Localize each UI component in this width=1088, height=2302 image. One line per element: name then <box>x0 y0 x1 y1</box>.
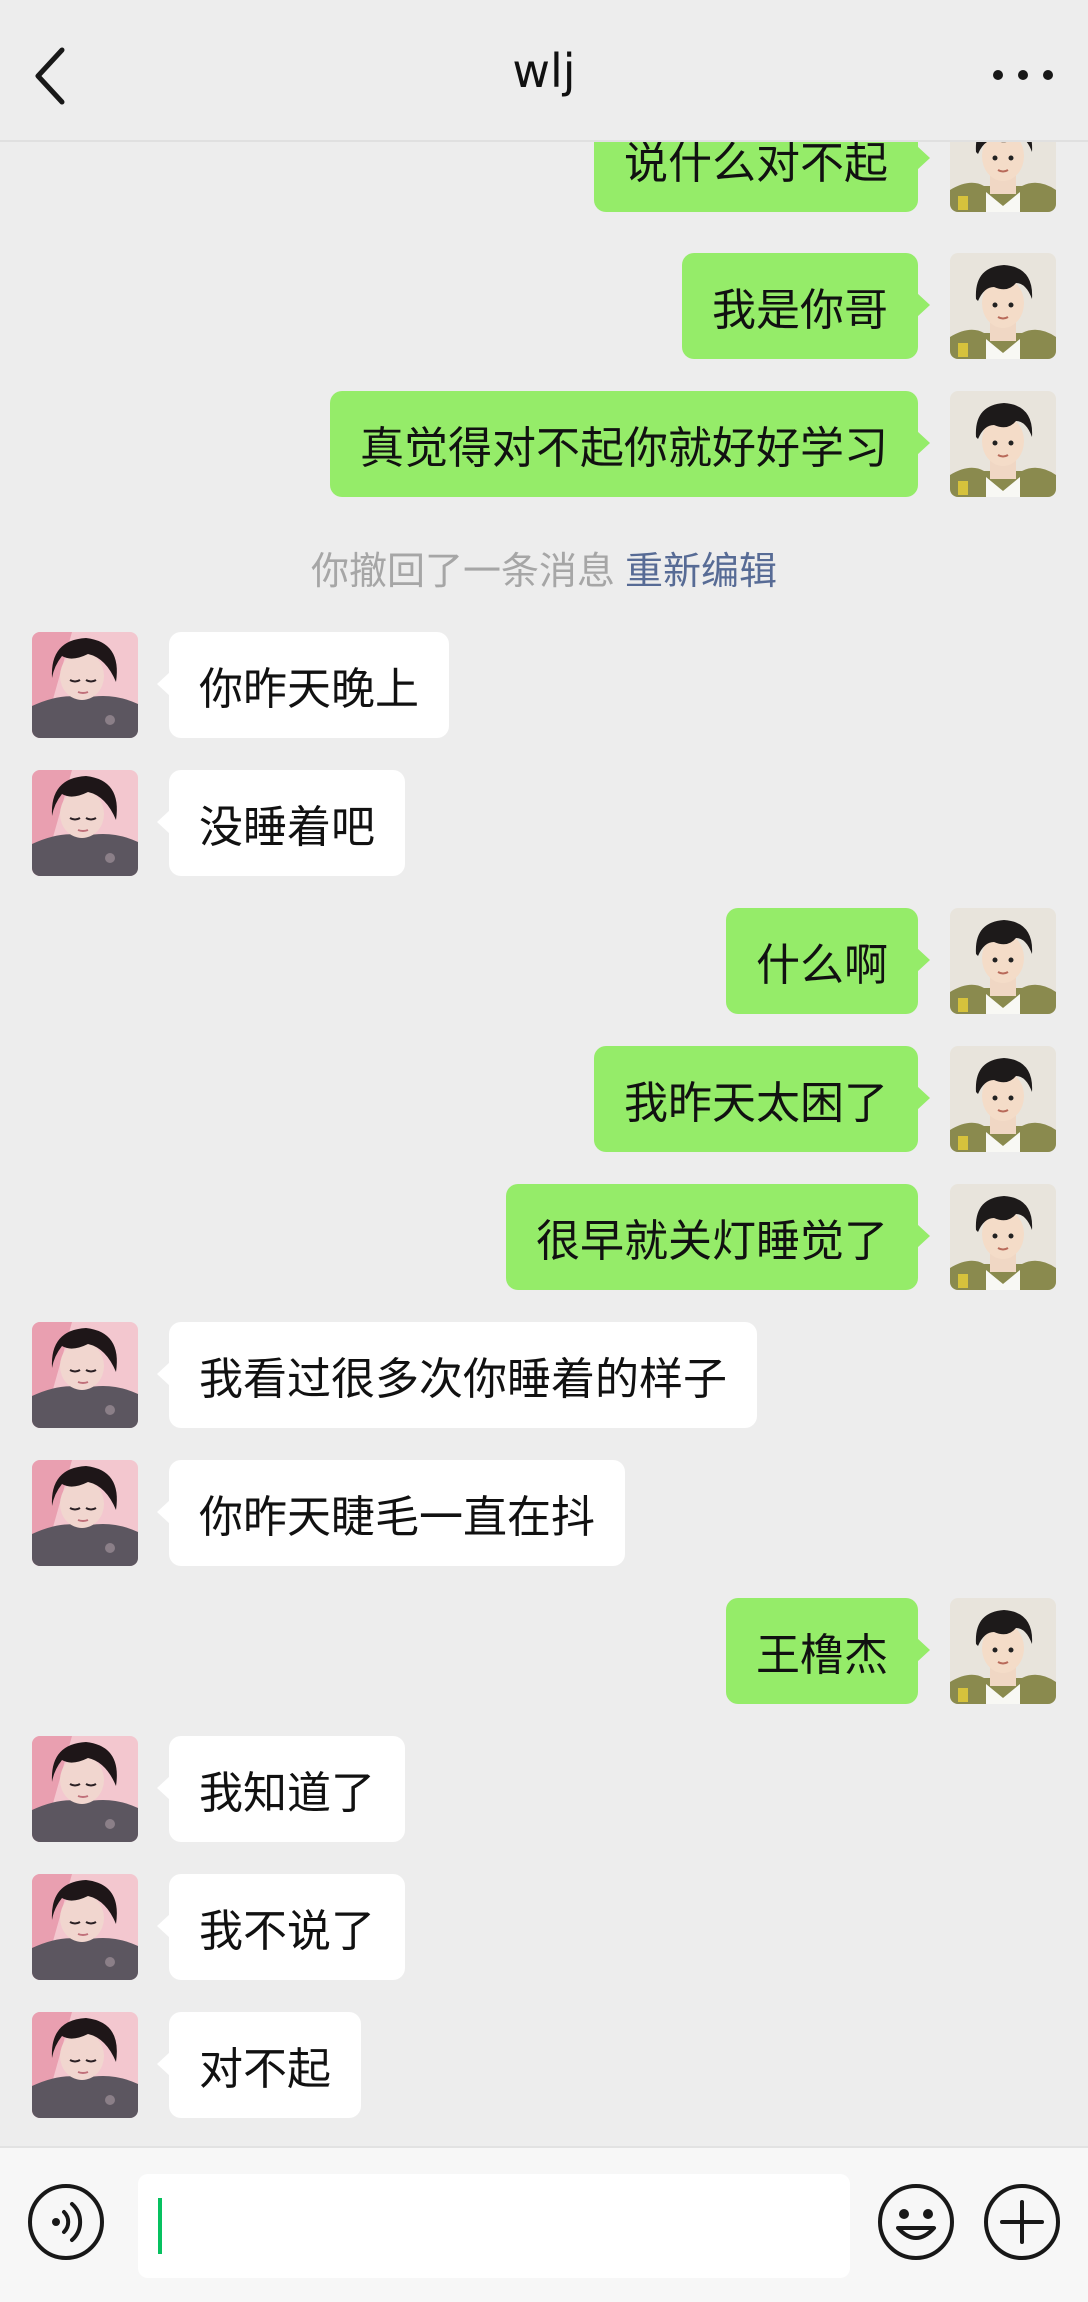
emoji-icon <box>878 2184 954 2260</box>
message-row: 没睡着吧 <box>0 770 1088 876</box>
message-row: 很早就关灯睡觉了 <box>0 1184 1088 1290</box>
chat-title: wlj <box>512 44 576 98</box>
contact-message-bubble[interactable]: 我知道了 <box>157 1736 405 1842</box>
recall-notice-text: 你撤回了一条消息 <box>310 549 615 593</box>
message-row: 王橹杰 <box>0 1598 1088 1704</box>
message-row: 对不起 <box>0 2012 1088 2118</box>
my-avatar[interactable] <box>950 253 1056 359</box>
more-button[interactable] <box>988 50 1058 100</box>
message-input[interactable] <box>138 2174 850 2278</box>
contact-avatar[interactable] <box>32 2012 138 2118</box>
message-row: 我昨天太困了 <box>0 1046 1088 1152</box>
contact-avatar[interactable] <box>32 770 138 876</box>
contact-message-bubble[interactable]: 你昨天睫毛一直在抖 <box>157 1460 625 1566</box>
my-avatar[interactable] <box>950 1046 1056 1152</box>
my-message-bubble[interactable]: 说什么对不起 <box>594 142 930 212</box>
input-bar <box>0 2146 1088 2302</box>
plus-icon <box>984 2184 1060 2260</box>
message-row: 我是你哥 <box>0 253 1088 359</box>
contact-message-bubble[interactable]: 你昨天晚上 <box>157 632 449 738</box>
my-message-bubble[interactable]: 我是你哥 <box>682 253 930 359</box>
contact-message-bubble[interactable]: 我看过很多次你睡着的样子 <box>157 1322 757 1428</box>
my-message-bubble[interactable]: 我昨天太困了 <box>594 1046 930 1152</box>
message-row: 真觉得对不起你就好好学习 <box>0 391 1088 497</box>
plus-button[interactable] <box>982 2182 1062 2262</box>
contact-message-bubble[interactable]: 没睡着吧 <box>157 770 405 876</box>
message-row: 什么啊 <box>0 908 1088 1014</box>
contact-avatar[interactable] <box>32 1736 138 1842</box>
text-caret <box>158 2198 162 2254</box>
contact-message-bubble[interactable]: 对不起 <box>157 2012 361 2118</box>
voice-icon <box>28 2184 104 2260</box>
message-row: 我不说了 <box>0 1874 1088 1980</box>
my-message-bubble[interactable]: 很早就关灯睡觉了 <box>506 1184 930 1290</box>
contact-avatar[interactable] <box>32 1460 138 1566</box>
message-row: 说什么对不起 <box>0 142 1088 212</box>
my-message-bubble[interactable]: 什么啊 <box>726 908 930 1014</box>
my-avatar[interactable] <box>950 391 1056 497</box>
more-dots-icon <box>993 70 1053 80</box>
my-avatar[interactable] <box>950 1184 1056 1290</box>
my-message-bubble[interactable]: 王橹杰 <box>726 1598 930 1704</box>
my-message-bubble[interactable]: 真觉得对不起你就好好学习 <box>330 391 930 497</box>
message-row: 我知道了 <box>0 1736 1088 1842</box>
chat-header: wlj <box>0 0 1088 142</box>
message-list[interactable]: 说什么对不起 我是你哥 真觉得对不起你就好好学习 你撤回了一条消息 重新编辑 你昨… <box>0 142 1088 2146</box>
my-avatar[interactable] <box>950 1598 1056 1704</box>
my-avatar[interactable] <box>950 908 1056 1014</box>
contact-avatar[interactable] <box>32 1322 138 1428</box>
chat-screen: wlj 说什么对不起 我是你哥 真觉得对不起你就好好学习 你撤回了一条消息 重新编… <box>0 0 1088 2302</box>
message-row: 你昨天晚上 <box>0 632 1088 738</box>
emoji-button[interactable] <box>876 2182 956 2262</box>
my-avatar[interactable] <box>950 142 1056 212</box>
message-row: 你昨天睫毛一直在抖 <box>0 1460 1088 1566</box>
voice-button[interactable] <box>26 2182 106 2262</box>
re-edit-link[interactable]: 重新编辑 <box>625 549 777 593</box>
recall-notice: 你撤回了一条消息 重新编辑 <box>0 540 1088 595</box>
contact-message-bubble[interactable]: 我不说了 <box>157 1874 405 1980</box>
contact-avatar[interactable] <box>32 1874 138 1980</box>
message-row: 我看过很多次你睡着的样子 <box>0 1322 1088 1428</box>
contact-avatar[interactable] <box>32 632 138 738</box>
